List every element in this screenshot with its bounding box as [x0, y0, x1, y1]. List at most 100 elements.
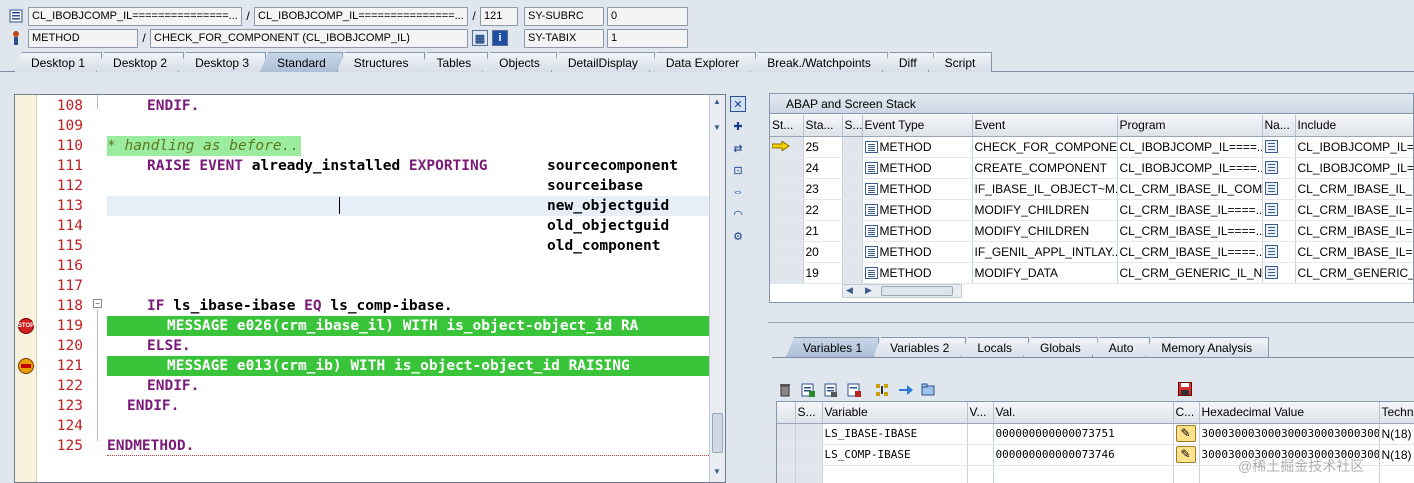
tab-script[interactable]: Script — [927, 52, 993, 72]
save-icon[interactable] — [1178, 382, 1192, 399]
source-code-editor[interactable]: 108 109 110 111 112 113 114 115 116 117 … — [14, 94, 726, 483]
tab-diff[interactable]: Diff — [881, 52, 934, 72]
editor-vertical-scrollbar[interactable]: ▲ ▼ ▼ — [709, 95, 725, 482]
tree-icon[interactable] — [874, 382, 892, 398]
program-field[interactable]: CL_IBOBJCOMP_IL===============... — [28, 6, 242, 26]
table-row[interactable]: LS_IBASE-IBASE 000000000000073751 ✎ 3000… — [777, 423, 1414, 445]
column-header[interactable]: Val. — [993, 402, 1174, 424]
scroll-down-icon[interactable]: ▼ — [713, 467, 721, 476]
current-statement-icon[interactable] — [18, 358, 34, 374]
navigate-cell[interactable] — [1262, 157, 1296, 179]
save-variables-icon[interactable] — [845, 382, 863, 398]
transfer-icon[interactable] — [897, 382, 915, 398]
tab-locals[interactable]: Locals — [960, 337, 1029, 357]
tab-desktop-1[interactable]: Desktop 1 — [14, 52, 103, 72]
variable-name-input[interactable] — [822, 465, 968, 483]
delete-icon[interactable] — [776, 382, 794, 398]
stop-breakpoint-icon[interactable]: STOP — [18, 318, 34, 334]
scroll-thumb[interactable] — [712, 413, 723, 453]
row-selector[interactable] — [777, 444, 796, 466]
row-selector[interactable] — [842, 199, 863, 221]
column-header[interactable]: C... — [1173, 402, 1200, 424]
table-row[interactable]: 22 METHOD MODIFY_CHILDREN CL_CRM_IBASE_I… — [770, 199, 1413, 221]
breakpoint-gutter[interactable] — [15, 95, 37, 482]
column-header[interactable]: Sta... — [803, 115, 843, 137]
include-field[interactable]: CL_IBOBJCOMP_IL===============... — [254, 6, 468, 26]
scroll-thumb[interactable] — [881, 286, 953, 296]
table-row[interactable]: 23 METHOD IF_IBASE_IL_OBJECT~M... CL_CRM… — [770, 178, 1413, 200]
navigate-cell[interactable] — [1262, 136, 1296, 158]
navigate-cell[interactable] — [1262, 199, 1296, 221]
load-icon[interactable] — [822, 382, 840, 398]
tab-desktop-3[interactable]: Desktop 3 — [178, 52, 267, 72]
scroll-down-icon[interactable]: ▼ — [713, 123, 721, 132]
new-tool-icon[interactable]: ✚ — [730, 118, 746, 134]
display-source-icon[interactable]: ▦ — [472, 30, 488, 46]
variable-name-input[interactable]: LS_COMP-IBASE — [822, 444, 968, 466]
table-row[interactable]: 19 METHOD MODIFY_DATA CL_CRM_GENERIC_IL_… — [770, 262, 1413, 284]
services-icon[interactable]: ⚙ — [730, 228, 746, 244]
navigate-cell[interactable] — [1262, 220, 1296, 242]
row-selector[interactable] — [842, 178, 863, 200]
column-header[interactable]: Event Type — [862, 115, 973, 137]
event-field[interactable]: CHECK_FOR_COMPONENT (CL_IBOBJCOMP_IL) — [150, 28, 468, 48]
fit-width-icon[interactable]: ⇔ — [730, 184, 746, 200]
sysvar-name-field-2[interactable]: SY-TABIX — [524, 28, 604, 48]
table-row[interactable]: 20 METHOD IF_GENIL_APPL_INTLAY... CL_CRM… — [770, 241, 1413, 263]
tab-globals[interactable]: Globals — [1023, 337, 1098, 357]
info-icon[interactable]: i — [492, 30, 508, 46]
column-header[interactable]: Variable — [822, 402, 968, 424]
variable-value[interactable]: 000000000000073746 — [993, 444, 1174, 466]
tab-memory-analysis[interactable]: Memory Analysis — [1144, 337, 1270, 357]
scroll-right-icon[interactable]: ▶ — [865, 285, 872, 296]
row-selector[interactable] — [842, 220, 863, 242]
folder-icon[interactable] — [920, 382, 938, 398]
sysvar-value-field[interactable]: 0 — [607, 6, 688, 26]
edit-list-icon[interactable] — [799, 382, 817, 398]
event-type-field[interactable]: METHOD — [28, 28, 138, 48]
row-selector[interactable] — [842, 262, 863, 284]
tab-tables[interactable]: Tables — [419, 52, 489, 72]
column-header[interactable]: Na... — [1262, 115, 1296, 137]
splitter[interactable] — [768, 322, 1414, 323]
tab-breakpoints-watchpoints[interactable]: Break./Watchpoints — [750, 52, 888, 72]
column-header[interactable]: St... — [770, 115, 804, 137]
row-selector[interactable] — [777, 465, 796, 483]
table-row[interactable]: 25 METHOD CHECK_FOR_COMPONENT CL_IBOBJCO… — [770, 136, 1413, 158]
tab-standard[interactable]: Standard — [260, 52, 343, 72]
column-header[interactable]: Techn — [1379, 402, 1414, 424]
variable-value[interactable]: 000000000000073751 — [993, 423, 1174, 445]
tab-auto[interactable]: Auto — [1091, 337, 1151, 357]
column-header[interactable]: S... — [842, 115, 863, 137]
swap-tool-icon[interactable]: ⇄ — [730, 140, 746, 156]
tab-variables-1[interactable]: Variables 1 — [786, 337, 880, 357]
stack-horizontal-scrollbar[interactable]: ◀ ▶ — [842, 284, 962, 298]
line-field[interactable]: 121 — [480, 6, 518, 26]
scroll-left-icon[interactable]: ◀ — [846, 285, 853, 296]
row-selector[interactable] — [842, 241, 863, 263]
column-header[interactable]: S... — [795, 402, 823, 424]
tab-detaildisplay[interactable]: DetailDisplay — [550, 52, 655, 72]
fold-toggle-icon[interactable]: − — [93, 299, 102, 308]
scroll-up-icon[interactable]: ▲ — [713, 97, 721, 106]
navigate-cell[interactable] — [1262, 241, 1296, 263]
sysvar-value-field-2[interactable]: 1 — [607, 28, 688, 48]
tab-objects[interactable]: Objects — [482, 52, 557, 72]
headset-icon[interactable]: ◠ — [730, 206, 746, 222]
row-selector[interactable] — [777, 423, 796, 445]
tab-variables-2[interactable]: Variables 2 — [873, 337, 967, 357]
column-header[interactable]: Event — [972, 115, 1118, 137]
navigate-cell[interactable] — [1262, 262, 1296, 284]
tab-structures[interactable]: Structures — [336, 52, 426, 72]
sysvar-name-field[interactable]: SY-SUBRC — [524, 6, 604, 26]
column-header[interactable]: V... — [967, 402, 994, 424]
column-header[interactable]: Program — [1117, 115, 1263, 137]
column-header[interactable]: Hexadecimal Value — [1199, 402, 1380, 424]
column-header[interactable]: Include — [1295, 115, 1413, 137]
tab-desktop-2[interactable]: Desktop 2 — [96, 52, 185, 72]
variable-name-input[interactable]: LS_IBASE-IBASE — [822, 423, 968, 445]
close-tool-icon[interactable]: ✕ — [730, 96, 746, 112]
table-row[interactable]: 21 METHOD MODIFY_CHILDREN CL_CRM_IBASE_I… — [770, 220, 1413, 242]
table-row[interactable]: 24 METHOD CREATE_COMPONENT CL_IBOBJCOMP_… — [770, 157, 1413, 179]
row-selector[interactable] — [842, 157, 863, 179]
